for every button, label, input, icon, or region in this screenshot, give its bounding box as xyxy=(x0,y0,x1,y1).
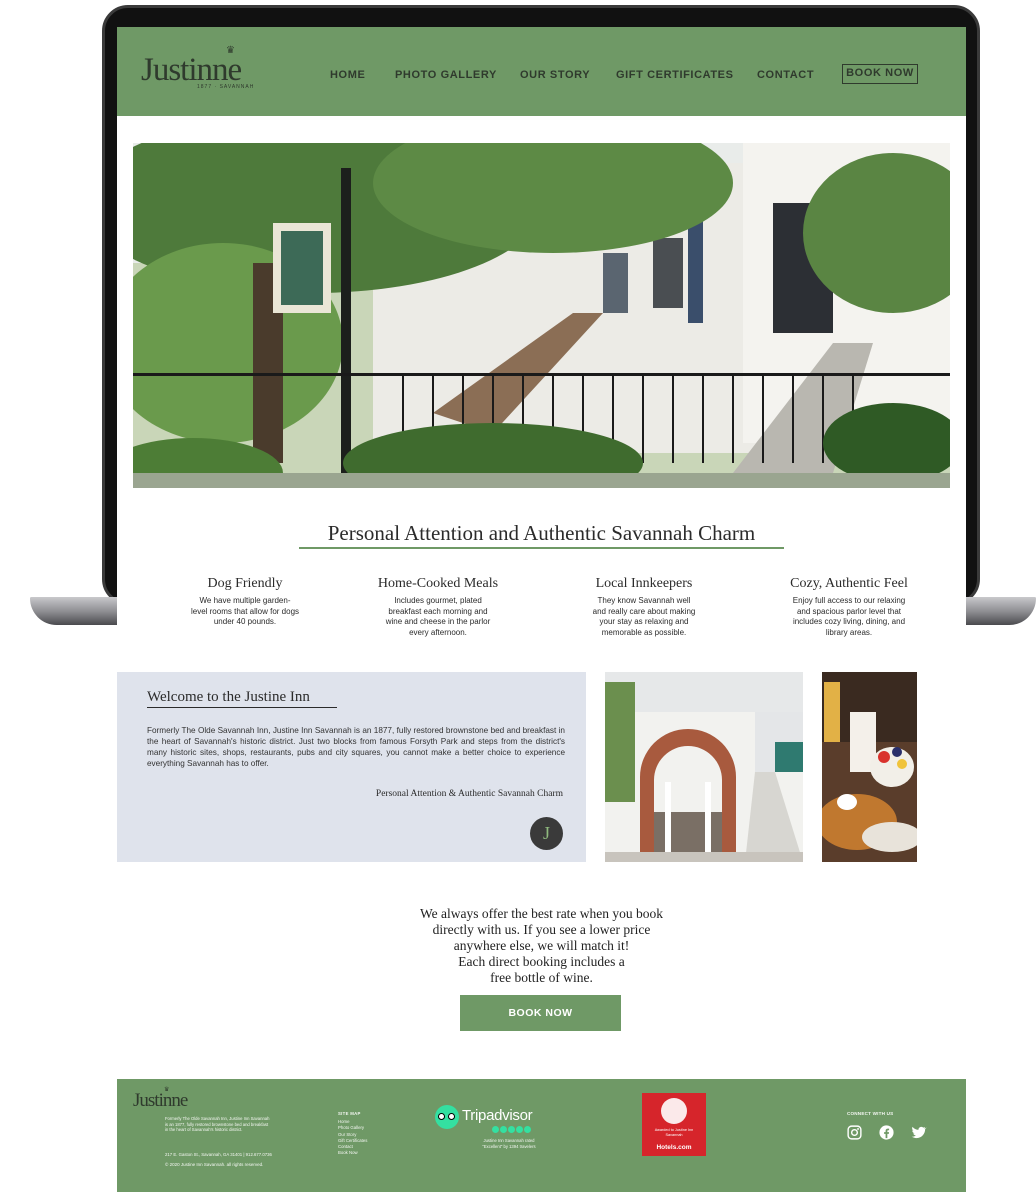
heading-underline xyxy=(299,547,784,549)
rate-line: directly with us. If you see a lower pri… xyxy=(432,922,651,937)
welcome-body: Formerly The Olde Savannah Inn, Justine … xyxy=(147,726,565,768)
welcome-section: Welcome to the Justine Inn Formerly The … xyxy=(117,672,586,862)
nav-home[interactable]: HOME xyxy=(330,69,365,81)
hero-image xyxy=(133,143,950,488)
section-heading: Personal Attention and Authentic Savanna… xyxy=(327,521,756,545)
welcome-tagline: Personal Attention & Authentic Savannah … xyxy=(375,789,563,799)
feature-title: Cozy, Authentic Feel xyxy=(790,576,908,591)
connect-heading: CONNECT WITH US xyxy=(847,1111,894,1116)
feature-title: Local Innkeepers xyxy=(595,576,693,591)
footer-address: 217 E. Gaston St., Savannah, GA 31401 | … xyxy=(165,1152,272,1157)
hotels-award-badge[interactable]: Awarded to Justine Inn Savannah Hotels.c… xyxy=(642,1093,706,1156)
rating-bubbles xyxy=(492,1126,531,1133)
site-footer: ♛ Justinne Formerly The Olde Savannah In… xyxy=(117,1079,966,1192)
rate-line: We always offer the best rate when you b… xyxy=(419,906,664,921)
feature-description: Enjoy full access to our relaxing and sp… xyxy=(792,596,906,637)
footer-about: Formerly The Olde Savannah Inn, Justine … xyxy=(165,1116,270,1132)
sitemap-link-book-now[interactable]: Book Now xyxy=(338,1150,367,1156)
rate-line: anywhere else, we will match it! xyxy=(453,938,630,953)
logo-subtitle: 1877 · SAVANNAH xyxy=(197,84,255,90)
breakfast-photo xyxy=(822,672,917,862)
feature-description: They know Savannah well and really care … xyxy=(592,596,696,637)
courtyard-photo xyxy=(605,672,803,862)
nav-book-now-button[interactable]: BOOK NOW xyxy=(842,64,918,84)
feature-title: Dog Friendly xyxy=(207,576,283,591)
feature-local-innkeepers: Local Innkeepers They know Savannah well… xyxy=(579,576,709,638)
award-emblem-icon xyxy=(661,1098,687,1124)
rate-line: Each direct booking includes a xyxy=(458,954,625,969)
book-now-button[interactable]: BOOK NOW xyxy=(460,995,621,1031)
instagram-icon[interactable] xyxy=(846,1124,863,1141)
feature-description: Includes gourmet, plated breakfast each … xyxy=(385,596,491,637)
feature-cozy-authentic-feel: Cozy, Authentic Feel Enjoy full access t… xyxy=(779,576,919,638)
website-page: ♛ Justinne 1877 · SAVANNAH HOME PHOTO GA… xyxy=(117,27,966,1192)
feature-home-cooked-meals: Home-Cooked Meals Includes gourmet, plat… xyxy=(373,576,503,638)
footer-copyright: © 2020 Justine Inn Savannah. all rights … xyxy=(165,1162,264,1167)
logo-text: Justinne xyxy=(141,52,242,88)
nav-gift-certificates[interactable]: GIFT CERTIFICATES xyxy=(616,69,734,81)
nav-our-story[interactable]: OUR STORY xyxy=(520,69,590,81)
feature-title: Home-Cooked Meals xyxy=(377,576,499,591)
nav-contact[interactable]: CONTACT xyxy=(757,69,814,81)
facebook-icon[interactable] xyxy=(878,1124,895,1141)
tripadvisor-owl-icon xyxy=(435,1105,459,1129)
award-brand: Hotels.com xyxy=(656,1144,692,1151)
site-logo[interactable]: ♛ Justinne 1877 · SAVANNAH xyxy=(141,45,261,93)
sitemap-title: SITE MAP xyxy=(338,1111,361,1116)
tripadvisor-caption: Justine Inn Savannah rated "Excellent" b… xyxy=(482,1138,536,1149)
justine-badge-icon[interactable]: J xyxy=(530,817,563,850)
nav-photo-gallery[interactable]: PHOTO GALLERY xyxy=(395,69,497,81)
award-text: Awarded to Justine Inn Savannah xyxy=(654,1128,694,1137)
feature-dog-friendly: Dog Friendly We have multiple garden- le… xyxy=(180,576,310,628)
tripadvisor-badge[interactable]: Tripadvisor Justine Inn Savannah rated "… xyxy=(435,1105,545,1155)
welcome-title: Welcome to the Justine Inn xyxy=(147,689,310,705)
sitemap-link-photo-gallery[interactable]: Photo Gallery xyxy=(338,1125,367,1131)
sitemap-links: Home Photo Gallery Our Story Gift Certif… xyxy=(338,1119,367,1157)
twitter-icon[interactable] xyxy=(910,1124,927,1141)
header-nav: ♛ Justinne 1877 · SAVANNAH HOME PHOTO GA… xyxy=(117,27,966,116)
footer-logo[interactable]: Justinne xyxy=(133,1090,188,1112)
tripadvisor-name: Tripadvisor xyxy=(462,1107,533,1124)
feature-description: We have multiple garden- level rooms tha… xyxy=(190,596,300,626)
rate-line: free bottle of wine. xyxy=(490,970,593,985)
best-rate-message: We always offer the best rate when you b… xyxy=(117,906,966,986)
welcome-underline xyxy=(147,707,337,708)
